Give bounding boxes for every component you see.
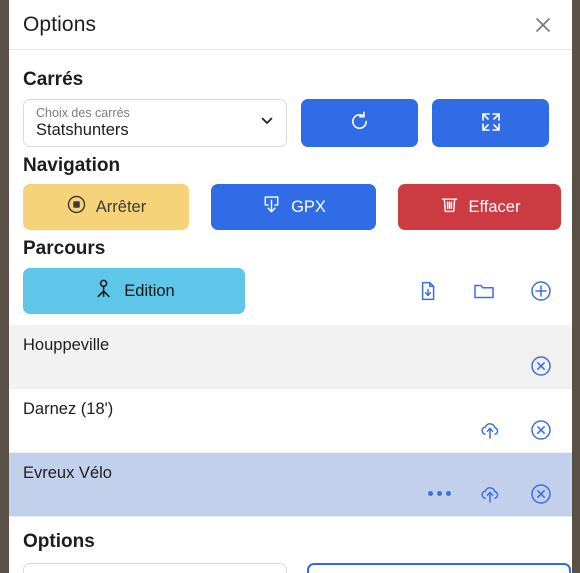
delete-circle-icon[interactable] <box>529 418 553 442</box>
options-input[interactable] <box>23 563 287 573</box>
delete-circle-icon[interactable] <box>529 482 553 506</box>
section-title-options: Options <box>23 531 95 552</box>
carres-select-label: Choix des carrés <box>36 106 130 120</box>
download-icon <box>261 194 282 220</box>
route-actions <box>478 418 553 442</box>
carres-row: Choix des carrés Statshunters <box>9 91 572 147</box>
options-input-focused[interactable] <box>307 563 571 573</box>
route-name: Darnez (18') <box>23 400 114 418</box>
section-title-navigation: Navigation <box>23 155 121 176</box>
route-list: Houppeville Darnez (18') Evreux Vélo <box>9 325 572 517</box>
options-dialog: Options Carrés Choix des carrés Statshun… <box>9 0 572 573</box>
edition-button-label: Edition <box>124 281 175 300</box>
refresh-button[interactable] <box>301 99 418 147</box>
more-options-icon[interactable] <box>428 491 451 496</box>
page-title: Options <box>23 12 97 36</box>
fullscreen-button[interactable] <box>432 99 549 147</box>
erase-button[interactable]: Effacer <box>398 184 561 230</box>
route-actions <box>529 354 553 378</box>
stop-button[interactable]: Arrêter <box>23 184 189 230</box>
cloud-upload-icon[interactable] <box>478 418 502 442</box>
route-name: Evreux Vélo <box>23 464 112 482</box>
refresh-icon <box>348 110 371 136</box>
carres-select-value: Statshunters <box>36 121 129 139</box>
parcours-actions <box>417 279 553 303</box>
stop-button-label: Arrêter <box>95 197 147 216</box>
route-actions <box>428 482 553 506</box>
section-title-parcours: Parcours <box>23 238 106 259</box>
dialog-content: Carrés Choix des carrés Statshunters Nav… <box>9 50 572 573</box>
folder-open-icon[interactable] <box>472 279 496 303</box>
gpx-button[interactable]: GPX <box>211 184 376 230</box>
close-button[interactable] <box>530 12 556 38</box>
edition-button[interactable]: Edition <box>23 268 245 314</box>
expand-arrows-icon <box>478 109 504 138</box>
trash-icon <box>439 194 460 220</box>
hiker-pin-icon <box>93 278 115 305</box>
parcours-row: Edition <box>9 260 572 325</box>
navigation-row: Arrêter GPX Effacer <box>9 177 572 230</box>
gpx-button-label: GPX <box>291 197 326 216</box>
options-row <box>9 553 572 573</box>
file-download-icon[interactable] <box>417 280 439 302</box>
erase-button-label: Effacer <box>468 197 521 216</box>
plus-circle-icon[interactable] <box>529 279 553 303</box>
delete-circle-icon[interactable] <box>529 354 553 378</box>
chevron-down-icon <box>259 113 275 134</box>
table-row[interactable]: Evreux Vélo <box>9 453 572 517</box>
stop-circle-icon <box>66 194 87 220</box>
cloud-upload-icon[interactable] <box>478 482 502 506</box>
table-row[interactable]: Houppeville <box>9 325 572 389</box>
section-title-carres: Carrés <box>23 69 84 90</box>
dialog-titlebar: Options <box>9 0 572 50</box>
route-name: Houppeville <box>23 336 110 354</box>
close-icon <box>533 15 553 35</box>
table-row[interactable]: Darnez (18') <box>9 389 572 453</box>
carres-select[interactable]: Choix des carrés Statshunters <box>23 99 287 147</box>
